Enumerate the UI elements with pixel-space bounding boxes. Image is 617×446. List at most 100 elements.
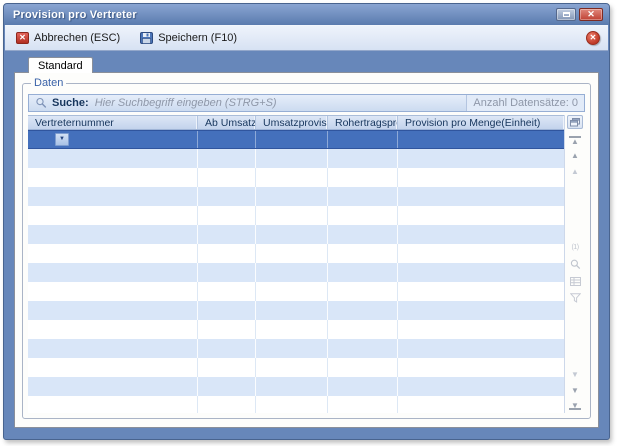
table-cell — [328, 358, 398, 377]
page-down-icon[interactable]: ▼ — [569, 370, 581, 379]
table-body: ▼ — [28, 130, 564, 413]
table-cell — [198, 149, 256, 168]
titlebar[interactable]: Provision pro Vertreter ✕ — [4, 4, 609, 25]
table-cell — [28, 168, 198, 187]
table-cell — [198, 358, 256, 377]
table-cell — [398, 131, 564, 148]
table-cell — [328, 263, 398, 282]
table-cell — [398, 339, 564, 358]
table-row[interactable] — [28, 149, 564, 168]
table-cell — [198, 377, 256, 396]
row-dropdown-button[interactable]: ▼ — [55, 133, 69, 146]
table-cell — [198, 244, 256, 263]
close-icon: ✕ — [587, 10, 595, 19]
table-cell — [328, 244, 398, 263]
table-cell — [328, 301, 398, 320]
table-cell — [256, 187, 328, 206]
zoom-icon[interactable] — [568, 259, 582, 270]
table-area: Vertreternummer Ab Umsatz % Umsatzprovis… — [28, 115, 585, 413]
table-cell — [256, 282, 328, 301]
table-row[interactable] — [28, 225, 564, 244]
table-cell — [256, 131, 328, 148]
table-row[interactable]: ▼ — [28, 130, 564, 149]
table-cell — [198, 187, 256, 206]
table-row[interactable] — [28, 301, 564, 320]
table-cell — [256, 225, 328, 244]
table-cell — [398, 187, 564, 206]
table-cell — [398, 358, 564, 377]
table-row[interactable] — [28, 339, 564, 358]
table-cell — [398, 320, 564, 339]
table-cell — [398, 225, 564, 244]
table-cell — [256, 396, 328, 413]
table-cell — [198, 206, 256, 225]
table-row[interactable] — [28, 263, 564, 282]
search-input[interactable]: Hier Suchbegriff eingeben (STRG+S) — [95, 97, 467, 109]
table-row[interactable] — [28, 206, 564, 225]
table-cell — [328, 187, 398, 206]
table-cell — [28, 187, 198, 206]
table-header: Vertreternummer Ab Umsatz % Umsatzprovis… — [28, 115, 564, 130]
save-button[interactable]: Speichern (F10) — [137, 30, 240, 46]
count-icon[interactable]: (1) — [568, 242, 582, 253]
table-cell — [28, 339, 198, 358]
record-count: Anzahl Datensätze: 0 — [466, 95, 584, 111]
cancel-icon: ✕ — [16, 32, 29, 44]
restore-button[interactable] — [556, 8, 576, 21]
table-cell — [256, 301, 328, 320]
table-row[interactable] — [28, 168, 564, 187]
daten-groupbox-label: Daten — [31, 77, 66, 89]
table-cell — [256, 206, 328, 225]
table-cell — [256, 339, 328, 358]
table-cell — [256, 149, 328, 168]
save-icon — [140, 32, 153, 44]
table-row[interactable] — [28, 396, 564, 413]
table-cell — [328, 168, 398, 187]
table-row[interactable] — [28, 377, 564, 396]
form-close-button[interactable]: ✕ — [586, 31, 600, 45]
table-cell — [198, 225, 256, 244]
cancel-button[interactable]: ✕ Abbrechen (ESC) — [13, 30, 123, 46]
column-header[interactable]: Provision pro Menge(Einheit) — [398, 116, 564, 129]
table-row[interactable] — [28, 320, 564, 339]
table-cell — [198, 263, 256, 282]
table-row[interactable] — [28, 187, 564, 206]
table-cell — [328, 320, 398, 339]
table-cell — [256, 358, 328, 377]
table-cell — [328, 396, 398, 413]
table-row[interactable] — [28, 358, 564, 377]
table-cell — [398, 377, 564, 396]
table-cell — [328, 131, 398, 148]
table-cell — [398, 244, 564, 263]
column-header[interactable]: Vertreternummer — [28, 116, 198, 129]
filter-icon[interactable] — [568, 293, 582, 304]
table-cell — [28, 320, 198, 339]
table-cell — [398, 168, 564, 187]
table-cell — [198, 320, 256, 339]
table-cell — [198, 168, 256, 187]
column-header[interactable]: Ab Umsatz % — [198, 116, 256, 129]
scroll-last-icon[interactable]: ▼ — [569, 402, 581, 410]
window-close-button[interactable]: ✕ — [579, 8, 603, 21]
page-up-icon[interactable]: ▲ — [569, 167, 581, 176]
table-row[interactable] — [28, 282, 564, 301]
table-cell — [398, 149, 564, 168]
column-chooser-button[interactable] — [567, 115, 583, 129]
dialog-window: Provision pro Vertreter ✕ ✕ Abbrechen (E… — [3, 3, 610, 440]
scroll-up-icon[interactable]: ▲ — [569, 151, 581, 160]
table-cell — [328, 377, 398, 396]
search-bar[interactable]: Suche: Hier Suchbegriff eingeben (STRG+S… — [28, 94, 585, 112]
table-cell — [328, 206, 398, 225]
table-cell — [398, 301, 564, 320]
column-header[interactable]: Rohertragsprovision — [328, 116, 398, 129]
tab-strip: Standard — [14, 51, 599, 72]
grid-view-icon[interactable] — [568, 276, 582, 287]
table-cell — [28, 282, 198, 301]
table-cell — [28, 244, 198, 263]
column-header[interactable]: Umsatzprovision — [256, 116, 328, 129]
tab-standard[interactable]: Standard — [28, 57, 93, 73]
table-cell — [398, 282, 564, 301]
scroll-first-icon[interactable]: ▲ — [569, 136, 581, 144]
scroll-down-icon[interactable]: ▼ — [569, 386, 581, 395]
table-row[interactable] — [28, 244, 564, 263]
